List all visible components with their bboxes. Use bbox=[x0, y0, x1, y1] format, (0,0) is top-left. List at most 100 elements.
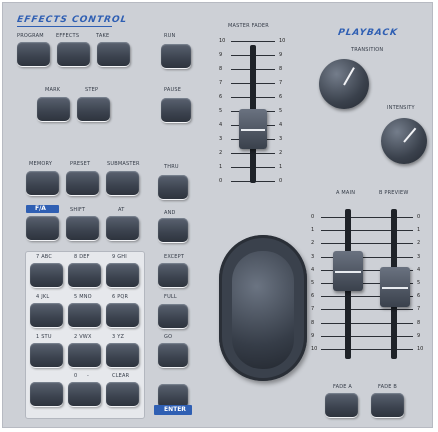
key-6[interactable] bbox=[106, 303, 139, 327]
playback-scale-right-label: 3 bbox=[417, 253, 421, 260]
full-button[interactable] bbox=[158, 304, 188, 328]
key-9[interactable] bbox=[106, 263, 139, 287]
playback-scale-right-label: 10 bbox=[417, 346, 424, 352]
step-label: STEP bbox=[85, 87, 99, 93]
fade-a-label: FADE A bbox=[333, 384, 353, 390]
key-2[interactable] bbox=[68, 343, 101, 367]
master-scale-right-label: 8 bbox=[279, 66, 283, 72]
preset-button[interactable] bbox=[66, 171, 99, 195]
key-1[interactable] bbox=[30, 343, 63, 367]
t-bar-handle[interactable] bbox=[232, 251, 294, 369]
intensity-knob-label: INTENSITY bbox=[387, 105, 415, 111]
playback-scale-left-label: 8 bbox=[311, 319, 315, 326]
fade-b-button[interactable] bbox=[371, 393, 404, 417]
key-dot-label: - bbox=[87, 373, 90, 379]
master-scale-right-label: 0 bbox=[279, 178, 283, 184]
enter-label: ENTER bbox=[164, 406, 186, 413]
program-label: PROGRAM bbox=[17, 33, 44, 39]
playback-scale-right-label: 7 bbox=[417, 306, 421, 313]
effects-label: EFFECTS bbox=[56, 33, 80, 39]
pause-label: PAUSE bbox=[164, 87, 182, 93]
at-button[interactable] bbox=[106, 216, 139, 240]
mark-button[interactable] bbox=[37, 97, 70, 121]
playback-scale-right-label: 5 bbox=[417, 280, 421, 286]
key-3-label: 3 YZ bbox=[112, 334, 125, 340]
key-dot[interactable] bbox=[30, 382, 63, 406]
enter-label-strip: ENTER bbox=[154, 405, 192, 415]
submaster-button[interactable] bbox=[106, 171, 139, 195]
and-label: AND bbox=[164, 210, 176, 216]
playback-scale-left-label: 10 bbox=[311, 346, 318, 352]
key-4[interactable] bbox=[30, 303, 63, 327]
thru-label: THRU bbox=[164, 164, 179, 170]
master-scale-left-label: 1 bbox=[219, 164, 223, 170]
playback-scale-left-label: 3 bbox=[311, 253, 315, 260]
key-7[interactable] bbox=[30, 263, 63, 287]
right-fader-handle[interactable] bbox=[380, 267, 410, 307]
master-scale-right-label: 6 bbox=[279, 94, 283, 100]
master-scale-left-label: 3 bbox=[219, 136, 223, 142]
key-8-label: 8 DEF bbox=[74, 254, 90, 260]
transition-knob[interactable] bbox=[319, 59, 369, 109]
run-label: RUN bbox=[164, 33, 176, 39]
playback-scale-tick bbox=[321, 335, 413, 337]
preset-label: PRESET bbox=[70, 161, 91, 167]
master-fader-label: MASTER FADER bbox=[228, 23, 269, 29]
intensity-knob[interactable] bbox=[381, 118, 427, 164]
master-scale-right-label: 7 bbox=[279, 80, 283, 86]
key-clear[interactable] bbox=[106, 382, 139, 406]
take-button[interactable] bbox=[97, 42, 130, 66]
fade-b-label: FADE B bbox=[378, 384, 398, 390]
master-scale-left-label: 2 bbox=[219, 150, 223, 156]
master-scale-right-label: 3 bbox=[279, 136, 283, 142]
at-label: AT bbox=[118, 207, 125, 213]
master-scale-right-label: 2 bbox=[279, 150, 283, 156]
memory-label: MEMORY bbox=[29, 161, 53, 167]
except-button[interactable] bbox=[158, 263, 188, 287]
effects-button[interactable] bbox=[57, 42, 90, 66]
right-fader-label: B PREVIEW bbox=[379, 190, 409, 196]
key-3[interactable] bbox=[106, 343, 139, 367]
memory-button[interactable] bbox=[26, 171, 59, 195]
key-clear-label: CLEAR bbox=[112, 373, 130, 379]
thru-button[interactable] bbox=[158, 175, 188, 199]
key-9-label: 9 GHI bbox=[112, 254, 127, 260]
master-scale-right-label: 4 bbox=[279, 122, 283, 128]
header-underline bbox=[17, 26, 112, 27]
fade-a-button[interactable] bbox=[325, 393, 358, 417]
key-0[interactable] bbox=[68, 382, 101, 406]
master-scale-right-label: 5 bbox=[279, 108, 283, 114]
key-8[interactable] bbox=[68, 263, 101, 287]
and-button[interactable] bbox=[158, 218, 188, 242]
transition-knob-pointer bbox=[343, 67, 355, 86]
playback-scale-tick bbox=[321, 243, 413, 245]
key-5-label: 5 MNO bbox=[74, 294, 92, 300]
pause-button[interactable] bbox=[161, 98, 191, 122]
playback-scale-right-label: 8 bbox=[417, 319, 421, 326]
master-scale-right-label: 1 bbox=[279, 164, 283, 170]
key-5[interactable] bbox=[68, 303, 101, 327]
go-button[interactable] bbox=[158, 343, 188, 367]
key-1-label: 1 STU bbox=[36, 334, 52, 340]
program-button[interactable] bbox=[17, 42, 50, 66]
playback-scale-right-label: 6 bbox=[417, 293, 421, 300]
run-button[interactable] bbox=[161, 44, 191, 68]
playback-header: PLAYBACK bbox=[337, 28, 399, 38]
playback-scale-left-label: 5 bbox=[311, 280, 315, 286]
master-scale-right-label: 9 bbox=[279, 52, 283, 58]
blind-button[interactable] bbox=[26, 216, 59, 240]
master-fader-handle[interactable] bbox=[239, 109, 267, 149]
except-label: EXCEPT bbox=[164, 254, 185, 260]
playback-scale-left-label: 9 bbox=[311, 332, 315, 339]
shift-button[interactable] bbox=[66, 216, 99, 240]
mark-label: MARK bbox=[45, 87, 61, 93]
left-fader-handle[interactable] bbox=[333, 251, 363, 291]
playback-scale-left-label: 2 bbox=[311, 240, 315, 247]
playback-scale-tick bbox=[321, 230, 413, 232]
effects-control-header: EFFECTS CONTROL bbox=[16, 15, 128, 25]
blue-label-strip: F/A bbox=[26, 205, 59, 213]
master-scale-left-label: 4 bbox=[219, 122, 223, 128]
step-button[interactable] bbox=[77, 97, 110, 121]
playback-scale-right-label: 2 bbox=[417, 240, 421, 247]
playback-fader-scale: 0 0 1 1 2 2 3 3 4 4 5 5 6 6 7 7 8 8 9 9 10 10 bbox=[309, 213, 429, 363]
